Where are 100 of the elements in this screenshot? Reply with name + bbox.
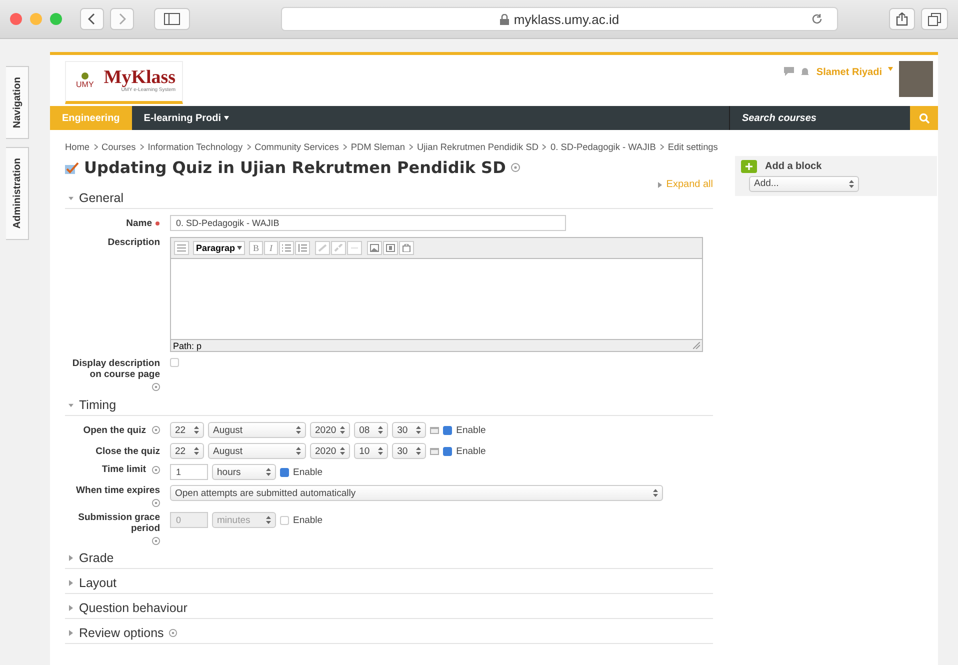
unit-select[interactable]: hours: [212, 464, 276, 480]
checkbox-label: Enable: [456, 424, 486, 436]
add-block-select[interactable]: Add...: [749, 176, 859, 192]
sidebar-icon: [164, 13, 180, 25]
checkbox[interactable]: [170, 358, 179, 367]
field-label: Close the quiz: [96, 446, 160, 456]
year-select[interactable]: 2020: [310, 422, 350, 438]
calendar-icon[interactable]: [430, 447, 440, 455]
breadcrumb-link[interactable]: Edit settings: [668, 142, 718, 152]
url-text: myklass.umy.ac.id: [514, 12, 620, 26]
file-icon[interactable]: [399, 241, 414, 255]
updown-arrow-icon: [653, 489, 658, 497]
updown-arrow-icon: [340, 426, 346, 434]
minute-select[interactable]: 30: [392, 443, 426, 459]
forward-button[interactable]: [110, 8, 134, 30]
lock-icon: [500, 14, 509, 24]
chevron-right-icon: [94, 144, 98, 150]
bullet-list-icon[interactable]: [279, 241, 294, 255]
breadcrumb-link[interactable]: PDM Sleman: [350, 142, 405, 152]
field-label: Name: [126, 218, 152, 228]
updown-arrow-icon: [266, 516, 271, 524]
section-header[interactable]: Layout: [65, 575, 713, 594]
share-icon: [896, 12, 908, 26]
reload-icon[interactable]: [811, 13, 823, 25]
help-icon[interactable]: [152, 426, 160, 434]
zoom-button[interactable]: [50, 13, 62, 25]
unlink-icon[interactable]: [331, 241, 346, 255]
updown-arrow-icon: [849, 180, 854, 188]
paragraph-dropdown[interactable]: Paragrap: [193, 241, 246, 255]
sidebar-button[interactable]: [154, 8, 190, 30]
breadcrumb-link[interactable]: Ujian Rekrutmen Pendidik SD: [416, 142, 538, 152]
name-field[interactable]: 0. SD-Pedagogik - WAJIB: [170, 215, 566, 231]
month-select[interactable]: August: [208, 443, 306, 459]
month-select[interactable]: August: [208, 422, 306, 438]
updown-arrow-icon: [194, 426, 199, 434]
section-header[interactable]: Review options: [65, 625, 713, 644]
close-button[interactable]: [10, 13, 22, 25]
search-field[interactable]: Search courses: [730, 112, 910, 124]
field-label: Display description on course page: [71, 358, 160, 380]
search-icon: [918, 112, 930, 124]
nav-item[interactable]: E-learning Prodi: [132, 106, 242, 130]
breadcrumb-link[interactable]: 0. SD-Pedagogik - WAJIB: [550, 142, 656, 152]
help-icon[interactable]: [152, 383, 160, 391]
toolbar-toggle-icon[interactable]: [174, 241, 189, 255]
updown-arrow-icon: [296, 426, 301, 434]
help-icon[interactable]: [152, 466, 160, 474]
calendar-icon[interactable]: [430, 426, 440, 434]
year-select[interactable]: 2020: [310, 443, 350, 459]
checkbox[interactable]: [280, 468, 289, 476]
field-label: When time expires: [76, 485, 160, 496]
tabs-icon: [928, 12, 941, 26]
breadcrumb-link[interactable]: Courses: [102, 142, 136, 152]
breadcrumb-link[interactable]: Community Services: [254, 142, 339, 152]
checkbox[interactable]: [443, 446, 452, 456]
chevron-right-icon: [118, 13, 126, 25]
hour-select[interactable]: 08: [354, 422, 388, 438]
checkbox[interactable]: [443, 426, 452, 434]
italic-button[interactable]: I: [264, 241, 278, 255]
bold-button[interactable]: B: [249, 241, 264, 255]
field-label: Submission grace period: [77, 512, 160, 534]
side-tab[interactable]: Administration: [6, 147, 29, 240]
minute-select[interactable]: 30: [392, 422, 426, 438]
updown-arrow-icon: [416, 426, 422, 434]
section-header[interactable]: Timing: [65, 397, 713, 416]
message-icon[interactable]: [784, 67, 794, 76]
day-select[interactable]: 22: [170, 422, 204, 438]
quiz-icon: [65, 162, 79, 174]
day-select[interactable]: 22: [170, 443, 204, 459]
numbered-list-icon[interactable]: [295, 241, 310, 255]
description-editor[interactable]: Paragrap B I Path: p: [170, 237, 703, 352]
checkbox-label: Enable: [456, 446, 486, 456]
help-icon[interactable]: [152, 499, 160, 507]
section-header[interactable]: Grade: [65, 550, 713, 569]
chevron-left-icon: [88, 13, 96, 25]
hour-select[interactable]: 10: [354, 443, 388, 459]
anchor-icon[interactable]: [347, 241, 362, 255]
duration-field[interactable]: 1: [170, 464, 208, 480]
breadcrumb-link[interactable]: Information Technology: [148, 142, 243, 152]
share-button[interactable]: [889, 8, 915, 30]
tabs-button[interactable]: [921, 8, 948, 30]
back-button[interactable]: [80, 8, 104, 30]
side-tab[interactable]: Navigation: [6, 66, 29, 140]
address-bar[interactable]: myklass.umy.ac.id: [281, 7, 838, 31]
media-icon[interactable]: [383, 241, 398, 255]
breadcrumb-link[interactable]: Home: [65, 142, 90, 152]
help-icon[interactable]: [510, 163, 520, 172]
help-icon[interactable]: [168, 629, 177, 637]
section-header[interactable]: General: [65, 190, 713, 209]
image-icon[interactable]: [367, 241, 382, 255]
chevron-right-icon: [660, 144, 664, 150]
resize-handle-icon[interactable]: [693, 342, 700, 349]
updown-arrow-icon: [340, 447, 346, 455]
updown-arrow-icon: [194, 447, 199, 455]
search-button[interactable]: [910, 106, 938, 130]
bell-icon[interactable]: [800, 67, 810, 76]
link-icon[interactable]: [315, 241, 330, 255]
editor-path: Path: p: [173, 340, 202, 350]
section-header[interactable]: Question behaviour: [65, 600, 713, 619]
expiry-select[interactable]: Open attempts are submitted automatically: [170, 485, 663, 501]
page-title: Updating Quiz in Ujian Rekrutmen Pendidik SD: [84, 158, 506, 177]
